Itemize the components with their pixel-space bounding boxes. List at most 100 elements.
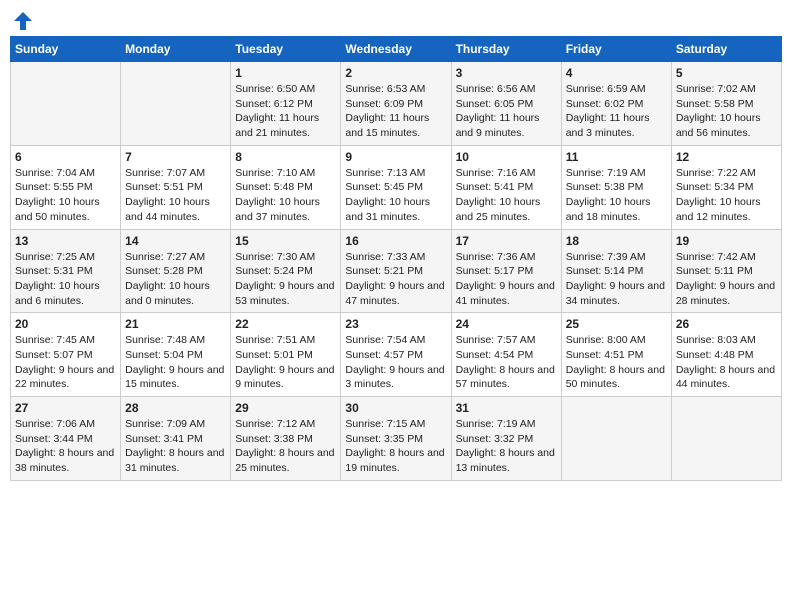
- day-number: 31: [456, 401, 557, 415]
- day-number: 5: [676, 66, 777, 80]
- cell-content: Sunset: 3:35 PM: [345, 432, 446, 447]
- cell-content: Daylight: 9 hours and 28 minutes.: [676, 279, 777, 308]
- cell-content: Sunset: 6:05 PM: [456, 97, 557, 112]
- cell-content: Daylight: 11 hours and 21 minutes.: [235, 111, 336, 140]
- cell-content: Daylight: 10 hours and 12 minutes.: [676, 195, 777, 224]
- calendar-cell: 27Sunrise: 7:06 AMSunset: 3:44 PMDayligh…: [11, 397, 121, 481]
- cell-content: Daylight: 10 hours and 18 minutes.: [566, 195, 667, 224]
- cell-content: Sunrise: 7:25 AM: [15, 250, 116, 265]
- cell-content: Sunrise: 7:45 AM: [15, 333, 116, 348]
- day-number: 27: [15, 401, 116, 415]
- day-number: 18: [566, 234, 667, 248]
- cell-content: Daylight: 9 hours and 3 minutes.: [345, 363, 446, 392]
- cell-content: Sunset: 5:07 PM: [15, 348, 116, 363]
- cell-content: Daylight: 9 hours and 53 minutes.: [235, 279, 336, 308]
- cell-content: Sunset: 5:17 PM: [456, 264, 557, 279]
- cell-content: Daylight: 8 hours and 13 minutes.: [456, 446, 557, 475]
- calendar-cell: [561, 397, 671, 481]
- cell-content: Sunset: 5:38 PM: [566, 180, 667, 195]
- day-number: 7: [125, 150, 226, 164]
- cell-content: Daylight: 10 hours and 56 minutes.: [676, 111, 777, 140]
- calendar-cell: 20Sunrise: 7:45 AMSunset: 5:07 PMDayligh…: [11, 313, 121, 397]
- day-number: 26: [676, 317, 777, 331]
- cell-content: Sunrise: 7:54 AM: [345, 333, 446, 348]
- cell-content: Daylight: 10 hours and 50 minutes.: [15, 195, 116, 224]
- calendar-cell: 4 Sunrise: 6:59 AMSunset: 6:02 PMDaylight…: [561, 62, 671, 146]
- calendar-cell: 10Sunrise: 7:16 AMSunset: 5:41 PMDayligh…: [451, 145, 561, 229]
- calendar-cell: 9Sunrise: 7:13 AMSunset: 5:45 PMDaylight…: [341, 145, 451, 229]
- calendar-week-row: 1Sunrise: 6:50 AMSunset: 6:12 PMDaylight…: [11, 62, 782, 146]
- cell-content: Sunset: 5:34 PM: [676, 180, 777, 195]
- cell-content: Sunrise: 7:10 AM: [235, 166, 336, 181]
- cell-content: Sunset: 5:41 PM: [456, 180, 557, 195]
- cell-content: Sunrise: 6:59 AM: [566, 82, 667, 97]
- cell-content: Sunrise: 7:36 AM: [456, 250, 557, 265]
- cell-content: Sunrise: 7:15 AM: [345, 417, 446, 432]
- cell-content: Daylight: 9 hours and 41 minutes.: [456, 279, 557, 308]
- day-number: 14: [125, 234, 226, 248]
- cell-content: Sunrise: 7:02 AM: [676, 82, 777, 97]
- cell-content: Sunset: 5:14 PM: [566, 264, 667, 279]
- cell-content: Sunset: 6:12 PM: [235, 97, 336, 112]
- page-header: [10, 10, 782, 28]
- calendar-cell: 13Sunrise: 7:25 AMSunset: 5:31 PMDayligh…: [11, 229, 121, 313]
- calendar-cell: 21Sunrise: 7:48 AMSunset: 5:04 PMDayligh…: [121, 313, 231, 397]
- calendar-cell: 2Sunrise: 6:53 AMSunset: 6:09 PMDaylight…: [341, 62, 451, 146]
- cell-content: Daylight: 9 hours and 47 minutes.: [345, 279, 446, 308]
- calendar-cell: 6 Sunrise: 7:04 AMSunset: 5:55 PMDaylight…: [11, 145, 121, 229]
- day-number: 13: [15, 234, 116, 248]
- cell-content: Sunrise: 7:09 AM: [125, 417, 226, 432]
- cell-content: Sunrise: 6:56 AM: [456, 82, 557, 97]
- cell-content: Sunrise: 7:57 AM: [456, 333, 557, 348]
- calendar-header-saturday: Saturday: [671, 37, 781, 62]
- cell-content: Sunrise: 7:07 AM: [125, 166, 226, 181]
- cell-content: Daylight: 8 hours and 31 minutes.: [125, 446, 226, 475]
- calendar-header-friday: Friday: [561, 37, 671, 62]
- calendar-cell: 25Sunrise: 8:00 AMSunset: 4:51 PMDayligh…: [561, 313, 671, 397]
- day-number: 2: [345, 66, 446, 80]
- cell-content: Sunset: 6:02 PM: [566, 97, 667, 112]
- cell-content: Daylight: 10 hours and 6 minutes.: [15, 279, 116, 308]
- day-number: 8: [235, 150, 336, 164]
- cell-content: Daylight: 10 hours and 25 minutes.: [456, 195, 557, 224]
- calendar-cell: 26Sunrise: 8:03 AMSunset: 4:48 PMDayligh…: [671, 313, 781, 397]
- cell-content: Daylight: 11 hours and 15 minutes.: [345, 111, 446, 140]
- cell-content: Sunset: 5:28 PM: [125, 264, 226, 279]
- day-number: 22: [235, 317, 336, 331]
- day-number: 19: [676, 234, 777, 248]
- calendar-cell: 11Sunrise: 7:19 AMSunset: 5:38 PMDayligh…: [561, 145, 671, 229]
- calendar-cell: 17Sunrise: 7:36 AMSunset: 5:17 PMDayligh…: [451, 229, 561, 313]
- calendar-table: SundayMondayTuesdayWednesdayThursdayFrid…: [10, 36, 782, 481]
- calendar-header-sunday: Sunday: [11, 37, 121, 62]
- cell-content: Sunrise: 7:04 AM: [15, 166, 116, 181]
- cell-content: Sunrise: 8:03 AM: [676, 333, 777, 348]
- cell-content: Sunset: 5:58 PM: [676, 97, 777, 112]
- calendar-cell: 5 Sunrise: 7:02 AMSunset: 5:58 PMDaylight…: [671, 62, 781, 146]
- cell-content: Sunset: 4:57 PM: [345, 348, 446, 363]
- cell-content: Sunset: 5:11 PM: [676, 264, 777, 279]
- cell-content: Sunset: 5:55 PM: [15, 180, 116, 195]
- cell-content: Sunset: 6:09 PM: [345, 97, 446, 112]
- cell-content: Sunrise: 7:22 AM: [676, 166, 777, 181]
- cell-content: Sunset: 5:45 PM: [345, 180, 446, 195]
- calendar-cell: [121, 62, 231, 146]
- cell-content: Daylight: 8 hours and 19 minutes.: [345, 446, 446, 475]
- cell-content: Sunset: 4:48 PM: [676, 348, 777, 363]
- calendar-cell: 15Sunrise: 7:30 AMSunset: 5:24 PMDayligh…: [231, 229, 341, 313]
- day-number: 25: [566, 317, 667, 331]
- day-number: 10: [456, 150, 557, 164]
- cell-content: Sunset: 5:51 PM: [125, 180, 226, 195]
- logo: [10, 10, 34, 28]
- cell-content: Daylight: 11 hours and 3 minutes.: [566, 111, 667, 140]
- cell-content: Daylight: 9 hours and 34 minutes.: [566, 279, 667, 308]
- calendar-cell: 23Sunrise: 7:54 AMSunset: 4:57 PMDayligh…: [341, 313, 451, 397]
- cell-content: Sunrise: 7:27 AM: [125, 250, 226, 265]
- calendar-cell: [11, 62, 121, 146]
- cell-content: Daylight: 8 hours and 25 minutes.: [235, 446, 336, 475]
- calendar-header-monday: Monday: [121, 37, 231, 62]
- day-number: 21: [125, 317, 226, 331]
- calendar-cell: 22Sunrise: 7:51 AMSunset: 5:01 PMDayligh…: [231, 313, 341, 397]
- cell-content: Daylight: 10 hours and 0 minutes.: [125, 279, 226, 308]
- day-number: 6: [15, 150, 116, 164]
- day-number: 4: [566, 66, 667, 80]
